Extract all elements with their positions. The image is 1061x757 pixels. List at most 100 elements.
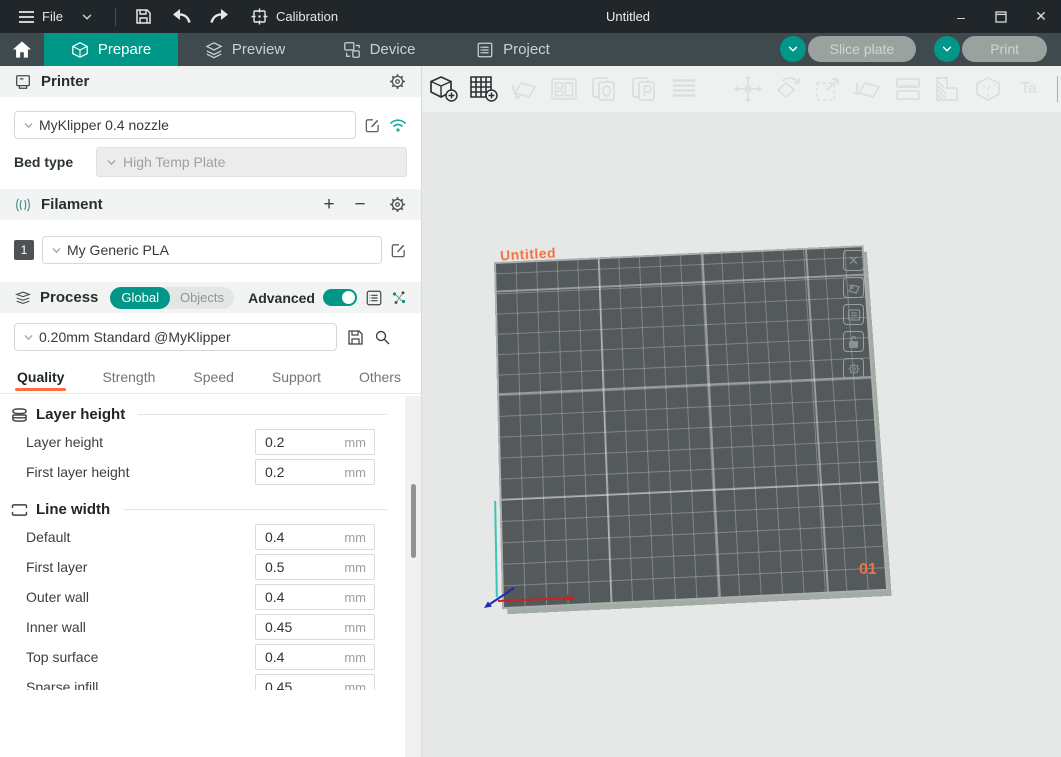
sparse-infill-line-width-input-box: mm [255, 674, 375, 690]
outer-wall-line-width-input[interactable] [256, 585, 336, 609]
tab-device[interactable]: Device [312, 33, 446, 66]
maximize-button[interactable] [981, 0, 1021, 33]
tab-preview[interactable]: Preview [178, 33, 312, 66]
tab-project-label: Project [503, 41, 550, 58]
calibration-menu[interactable]: Calibration [276, 9, 338, 24]
split-to-parts-icon[interactable] [629, 74, 659, 104]
compare-presets-icon[interactable] [391, 290, 407, 306]
layer-height-input-box: mm [255, 429, 375, 455]
mesh-edit-icon[interactable] [973, 74, 1003, 104]
inner-wall-line-width-input-box: mm [255, 614, 375, 640]
file-menu[interactable]: File [42, 9, 63, 24]
sparse-infill-line-width-input[interactable] [256, 675, 336, 690]
print-options-dropdown[interactable] [934, 36, 960, 62]
top-surface-line-width-input[interactable] [256, 645, 336, 669]
calibration-icon[interactable] [250, 7, 270, 27]
slice-plate-button[interactable]: Slice plate [808, 36, 917, 62]
outer-wall-line-width-input-box: mm [255, 584, 375, 610]
printer-preset-select[interactable]: MyKlipper 0.4 nozzle [14, 111, 356, 139]
parameter-table-icon[interactable] [365, 289, 383, 307]
search-icon[interactable] [374, 329, 391, 346]
scrollbar-thumb[interactable] [411, 484, 416, 558]
filament-preset-select[interactable]: My Generic PLA [42, 236, 382, 264]
unit-label: mm [344, 620, 366, 635]
variable-layer-height-icon[interactable] [669, 74, 699, 104]
first-layer-height-input[interactable] [256, 460, 336, 484]
cut-icon[interactable] [893, 74, 923, 104]
split-to-objects-icon[interactable] [589, 74, 619, 104]
plate-gear-icon[interactable] [843, 358, 864, 379]
process-icon [14, 289, 32, 307]
edit-filament-icon[interactable] [390, 242, 407, 259]
settings-scrollbar[interactable] [405, 396, 421, 757]
plate-settings-icon[interactable] [843, 304, 864, 325]
window-title: Untitled [606, 0, 650, 33]
bed-type-select[interactable]: High Temp Plate [96, 147, 407, 177]
delete-plate-icon[interactable]: ✕ [843, 250, 864, 271]
inner-wall-line-width-input[interactable] [256, 615, 336, 639]
process-preset-select[interactable]: 0.20mm Standard @MyKlipper [14, 323, 337, 351]
redo-icon[interactable] [210, 7, 230, 27]
printer-settings-gear-icon[interactable] [388, 72, 407, 91]
tab-others[interactable]: Others [359, 369, 401, 393]
setting-label: Inner wall [26, 619, 255, 635]
settings-panel: Layer height Layer height mm First layer… [0, 394, 421, 690]
wifi-connection-icon[interactable] [389, 118, 407, 133]
tab-quality[interactable]: Quality [17, 369, 64, 393]
scale-icon[interactable] [813, 74, 843, 104]
move-icon[interactable] [733, 74, 763, 104]
plate-number-label: 01 [859, 561, 877, 579]
viewport-3d[interactable]: Ta Untitled 01 ✕ [422, 66, 1061, 757]
tab-project[interactable]: Project [446, 33, 580, 66]
line-width-group-header: Line width [10, 501, 387, 518]
text-tool-icon[interactable]: Ta [1013, 74, 1043, 104]
filament-icon [14, 196, 32, 214]
filament-settings-gear-icon[interactable] [388, 195, 407, 214]
titlebar: File Calibration Untitled – [0, 0, 1061, 33]
unit-label: mm [344, 560, 366, 575]
first-layer-line-width-input[interactable] [256, 555, 336, 579]
tab-support[interactable]: Support [272, 369, 321, 393]
advanced-toggle[interactable] [323, 289, 357, 306]
add-model-icon[interactable] [429, 74, 459, 104]
default-line-width-input[interactable] [256, 525, 336, 549]
setting-row: First layer mm [10, 552, 387, 582]
sidebar: Printer MyKlipper 0.4 nozzle Bed type H [0, 66, 422, 757]
first-layer-height-input-box: mm [255, 459, 375, 485]
layer-height-icon [10, 407, 29, 423]
edit-printer-icon[interactable] [364, 117, 381, 134]
minimize-button[interactable]: – [941, 0, 981, 33]
scope-objects[interactable]: Objects [170, 290, 234, 305]
close-button[interactable]: ✕ [1021, 0, 1061, 33]
rotate-icon[interactable] [773, 74, 803, 104]
setting-label: Default [26, 529, 255, 545]
device-icon [343, 41, 361, 59]
slice-options-dropdown[interactable] [780, 36, 806, 62]
hamburger-menu-icon[interactable] [16, 7, 36, 27]
orient-plate-icon[interactable] [843, 277, 864, 298]
save-preset-icon[interactable] [347, 329, 364, 346]
layer-height-input[interactable] [256, 430, 336, 454]
add-plate-icon[interactable] [469, 74, 499, 104]
setting-row: Inner wall mm [10, 612, 387, 642]
printer-title: Printer [41, 73, 89, 90]
scope-global[interactable]: Global [110, 287, 170, 309]
tab-strength[interactable]: Strength [102, 369, 155, 393]
undo-icon[interactable] [172, 7, 192, 27]
build-plate[interactable] [494, 245, 888, 609]
remove-filament-button[interactable]: − [349, 194, 371, 216]
auto-orient-icon[interactable] [509, 74, 539, 104]
add-filament-button[interactable]: + [318, 194, 340, 216]
arrange-icon[interactable] [549, 74, 579, 104]
lock-plate-icon[interactable] [843, 331, 864, 352]
home-icon[interactable] [0, 33, 44, 66]
support-paint-icon[interactable] [933, 74, 963, 104]
plate-name-label[interactable]: Untitled [500, 245, 557, 264]
tab-speed[interactable]: Speed [193, 369, 233, 393]
tab-prepare[interactable]: Prepare [44, 33, 178, 66]
lay-on-face-icon[interactable] [853, 74, 883, 104]
print-button[interactable]: Print [962, 36, 1047, 62]
save-icon[interactable] [134, 7, 154, 27]
chevron-down-icon[interactable] [77, 7, 97, 27]
printer-section-header: Printer [0, 66, 421, 97]
